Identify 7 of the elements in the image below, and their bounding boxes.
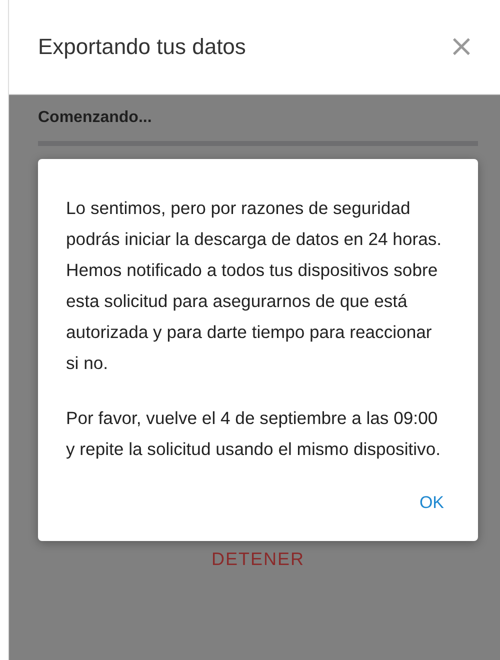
window-title: Exportando tus datos [38, 34, 246, 60]
ok-button[interactable]: OK [419, 489, 444, 517]
message-paragraph: Por favor, vuelve el 4 de septiembre a las 09:00 y repite la solicitud usando el mismo dispositivo. [66, 407, 442, 461]
message-paragraph: Lo sentimos, pero por razones de seguridad podrás iniciar la descarga de datos en 24 horas. Hemos notificado a todos tus dispositivos sobre esta solicitud para asegurarnos de que está autorizada y para darte tiempo para reaccionar si no. [66, 197, 443, 375]
close-button[interactable]: × [444, 32, 478, 62]
progress-label: Comenzando... [38, 109, 153, 127]
stop-button[interactable]: DETENER [203, 547, 312, 572]
